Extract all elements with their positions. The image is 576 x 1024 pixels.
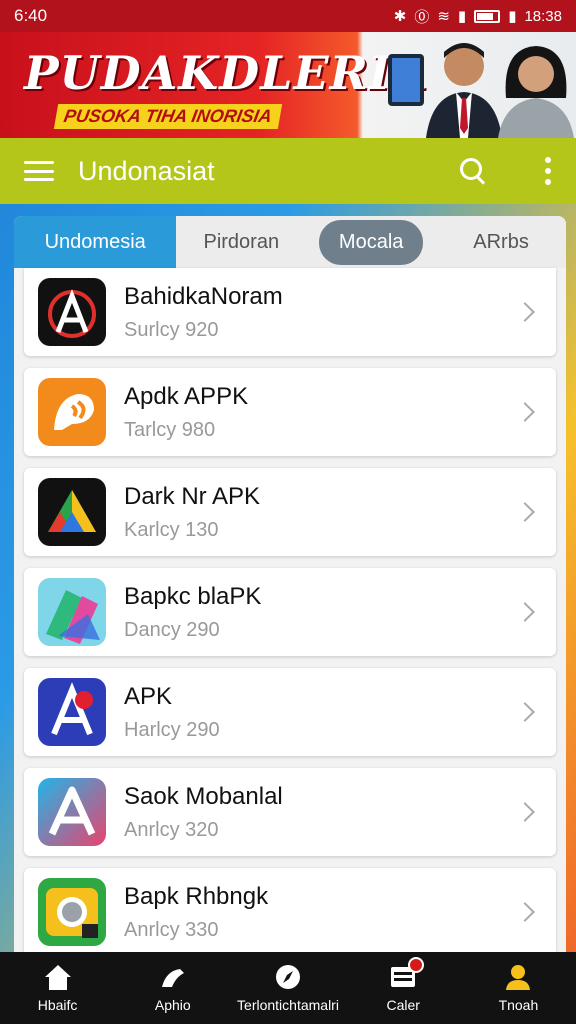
nav-apps[interactable]: Aphio	[115, 963, 230, 1013]
tab-pirdoran[interactable]: Pirdoran	[176, 216, 306, 268]
tab-undomesia[interactable]: Undomesia	[14, 216, 177, 268]
nav-home-label: Hbaifc	[37, 997, 78, 1013]
list-item[interactable]: BahidkaNoram Surlcy 920	[24, 268, 556, 356]
bottom-navigation: Hbaifc Aphio Terlontichtamalri Caler Tno…	[0, 952, 576, 1024]
app-meta: Dancy 290	[124, 618, 220, 641]
battery-icon	[474, 9, 501, 23]
nav-inbox-label: Caler	[386, 997, 420, 1013]
app-name: Saok Mobanlal	[124, 782, 283, 810]
nav-explore-label: Terlontichtamalri	[237, 997, 339, 1013]
nfc-icon: ⓪	[414, 8, 430, 26]
chevron-right-icon	[515, 702, 535, 722]
app-bar-title: Undonasiat	[78, 155, 215, 186]
app-bar: Undonasiat	[0, 138, 576, 204]
app-meta: Karlcy 130	[124, 518, 219, 541]
content-panel: Undomesia Pirdoran Mocala ARrbs BahidkaN…	[14, 216, 566, 956]
status-time: 6:40	[14, 6, 48, 25]
notification-badge	[407, 957, 424, 973]
app-meta: Harlcy 290	[124, 718, 220, 741]
chevron-right-icon	[515, 402, 535, 422]
tab-arrbs[interactable]: ARrbs	[436, 216, 566, 268]
chevron-right-icon	[515, 302, 535, 322]
tab-mocala[interactable]: Mocala	[306, 216, 436, 268]
app-name: APK	[124, 682, 173, 710]
menu-icon[interactable]	[24, 161, 54, 181]
list-item[interactable]: Saok Mobanlal Anrlcy 320	[24, 768, 556, 856]
app-name: Apdk APPK	[124, 382, 249, 410]
app-name: Bapkc blaPK	[124, 582, 262, 610]
nav-inbox[interactable]: Caler	[346, 957, 461, 1013]
list-item[interactable]: Bapk Rhbngk Anrlcy 330	[24, 868, 556, 956]
app-name: Dark Nr APK	[124, 482, 261, 510]
app-name: Bapk Rhbngk	[124, 882, 269, 910]
app-meta: Tarlcy 980	[124, 418, 216, 441]
bluetooth-icon: ✱	[393, 8, 407, 25]
list-item[interactable]: APK Harlcy 290	[24, 668, 556, 756]
orange-signal-icon	[38, 378, 106, 446]
letter-a-gradient-icon	[38, 778, 106, 846]
compass-icon	[276, 965, 300, 989]
status-clock: 18:38	[524, 7, 562, 25]
app-name: BahidkaNoram	[124, 282, 283, 310]
list-item[interactable]: Bapkc blaPK Dancy 290	[24, 568, 556, 656]
wifi-icon: ≋	[437, 8, 450, 25]
list-item[interactable]: Dark Nr APK Karlcy 130	[24, 468, 556, 556]
home-icon	[44, 965, 71, 990]
banner-subtitle: PUSOKA TIHA INORISIA	[53, 104, 282, 129]
banner-title: PUDAKDLERIA	[24, 46, 428, 100]
nav-home[interactable]: Hbaifc	[0, 963, 115, 1013]
tab-mocala-label: Mocala	[318, 219, 424, 265]
list-item[interactable]: Apdk APPK Tarlcy 980	[24, 368, 556, 456]
nav-explore[interactable]: Terlontichtamalri	[230, 963, 345, 1013]
status-icons: ✱ ⓪ ≋ ▮ ▮ 18:38	[394, 6, 562, 27]
app-list: BahidkaNoram Surlcy 920 Apdk APPK Tarlcy…	[24, 268, 556, 956]
camera-green-icon	[38, 878, 106, 946]
chevron-right-icon	[515, 602, 535, 622]
profile-icon	[506, 965, 531, 990]
woman-image	[498, 46, 574, 138]
nav-profile[interactable]: Tnoah	[461, 963, 576, 1013]
tab-bar: Undomesia Pirdoran Mocala ARrbs	[14, 216, 566, 268]
letter-a-dark-icon	[38, 278, 106, 346]
signal-icon: ▮	[457, 8, 467, 25]
pastel-layers-icon	[38, 578, 106, 646]
more-options-icon[interactable]	[544, 157, 552, 185]
app-meta: Surlcy 920	[124, 318, 219, 341]
search-icon[interactable]	[458, 156, 488, 186]
app-meta: Anrlcy 320	[124, 818, 219, 841]
promo-banner[interactable]: PUDAKDLERIA PUSOKA TIHA INORISIA	[0, 32, 576, 138]
chevron-right-icon	[515, 502, 535, 522]
nav-profile-label: Tnoah	[498, 997, 539, 1013]
nav-apps-label: Aphio	[154, 997, 191, 1013]
chevron-right-icon	[515, 902, 535, 922]
letter-a-blue-icon	[38, 678, 106, 746]
app-meta: Anrlcy 330	[124, 918, 219, 941]
status-bar: 6:40 ✱ ⓪ ≋ ▮ ▮ 18:38	[0, 0, 576, 32]
drive-triangle-icon	[38, 478, 106, 546]
chevron-right-icon	[515, 802, 535, 822]
man-with-tablet-image	[388, 43, 502, 138]
apps-icon	[161, 969, 184, 987]
charging-icon: ▮	[508, 8, 517, 25]
